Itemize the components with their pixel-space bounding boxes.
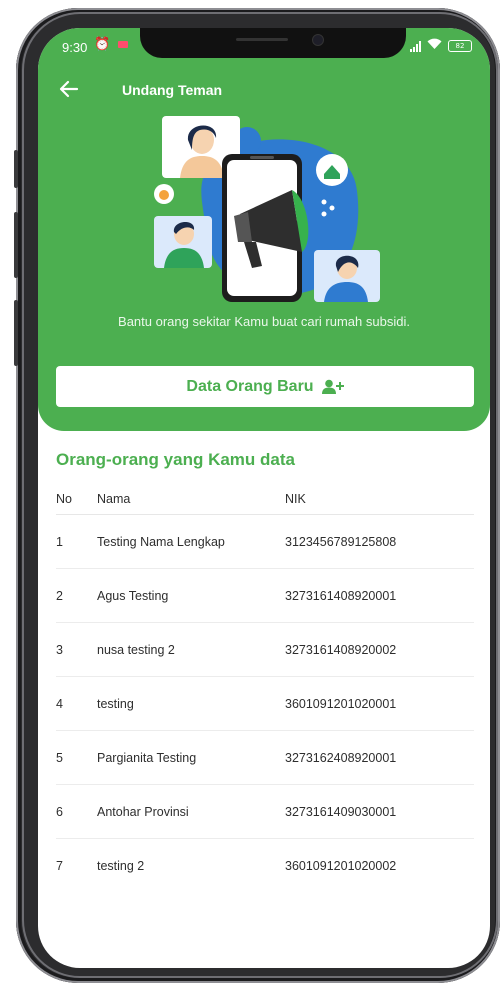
front-camera xyxy=(312,34,324,46)
row-no: 2 xyxy=(56,588,63,603)
status-time: 9:30 xyxy=(62,40,88,55)
phone-side-button xyxy=(14,300,18,366)
row-nik: 3601091201020001 xyxy=(285,696,397,711)
section-title: Orang-orang yang Kamu data xyxy=(56,450,295,469)
new-person-button[interactable]: Data Orang Baru xyxy=(56,366,474,407)
table-row: 3 nusa testing 2 3273161408920002 xyxy=(56,623,474,677)
alarm-icon: ⏰ xyxy=(94,37,111,52)
phone-notch xyxy=(140,28,406,58)
new-person-button-label: Data Orang Baru xyxy=(186,377,314,395)
row-nik: 3273161408920001 xyxy=(285,588,397,603)
speaker-grille xyxy=(236,38,288,41)
column-header-no: No xyxy=(56,492,72,506)
table-row: 6 Antohar Provinsi 3273161409030001 xyxy=(56,785,474,839)
table-header: No Nama NIK xyxy=(56,484,474,515)
table-row: 7 testing 2 3601091201020002 xyxy=(56,839,474,892)
row-name: Pargianita Testing xyxy=(97,750,197,765)
row-nik: 3273161408920002 xyxy=(285,642,397,657)
status-icons: 82 xyxy=(410,38,472,54)
row-name: Testing Nama Lengkap xyxy=(97,534,225,549)
table-row: 5 Pargianita Testing 3273162408920001 xyxy=(56,731,474,785)
row-name: testing xyxy=(97,696,134,711)
row-name: Agus Testing xyxy=(97,588,169,603)
app-screen: 9:30 ⏰ 82 Undang Teman Bantu orang sekit… xyxy=(38,28,490,968)
row-no: 7 xyxy=(56,858,63,873)
back-arrow-icon[interactable] xyxy=(58,78,86,106)
tagline: Bantu orang sekitar Kamu buat cari rumah… xyxy=(118,314,410,329)
table-row: 1 Testing Nama Lengkap 3123456789125808 xyxy=(56,515,474,569)
row-nik: 3273161409030001 xyxy=(285,804,397,819)
column-header-nik: NIK xyxy=(285,492,306,506)
row-nik: 3601091201020002 xyxy=(285,858,397,873)
row-no: 4 xyxy=(56,696,63,711)
row-no: 6 xyxy=(56,804,63,819)
row-nik: 3123456789125808 xyxy=(285,534,397,549)
mail-icon xyxy=(118,41,128,48)
row-no: 1 xyxy=(56,534,63,549)
phone-side-button xyxy=(14,212,18,278)
megaphone-illustration xyxy=(154,116,380,302)
battery-icon: 82 xyxy=(448,40,472,52)
table-row: 2 Agus Testing 3273161408920001 xyxy=(56,569,474,623)
header-panel: 9:30 ⏰ 82 Undang Teman Bantu orang sekit… xyxy=(38,28,490,431)
page-title: Undang Teman xyxy=(122,82,223,98)
row-no: 5 xyxy=(56,750,63,765)
column-header-name: Nama xyxy=(97,492,131,506)
people-table: No Nama NIK 1 Testing Nama Lengkap 31234… xyxy=(56,484,474,892)
row-name: Antohar Provinsi xyxy=(97,804,189,819)
row-nik: 3273162408920001 xyxy=(285,750,397,765)
table-row: 4 testing 3601091201020001 xyxy=(56,677,474,731)
row-name: testing 2 xyxy=(97,858,145,873)
row-no: 3 xyxy=(56,642,63,657)
wifi-icon xyxy=(427,38,442,54)
phone-side-button xyxy=(14,150,18,188)
signal-icon xyxy=(410,40,421,52)
row-name: nusa testing 2 xyxy=(97,642,175,657)
add-person-icon xyxy=(321,379,344,394)
